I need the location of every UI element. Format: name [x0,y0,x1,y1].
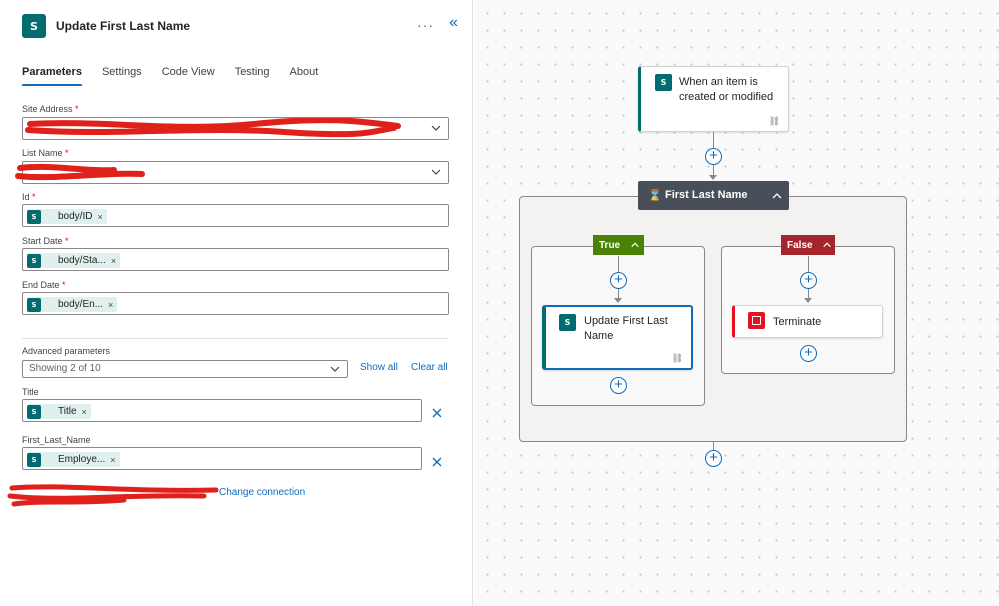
arrow-down-icon [804,298,812,303]
sharepoint-icon: S [655,74,672,91]
first-last-name-label: First_Last_Name [22,435,91,445]
id-field[interactable]: S body/ID × [22,204,449,227]
add-step-button[interactable]: + [705,148,722,165]
redaction-scribble [7,484,219,507]
dynamic-content-token[interactable]: S Title × [27,404,91,419]
sharepoint-icon: S [559,314,576,331]
trigger-card[interactable]: S When an item is created or modified ⛓ [638,66,789,132]
remove-token-icon[interactable]: × [82,407,87,417]
clear-all-link[interactable]: Clear all [411,362,448,373]
sharepoint-icon: S [27,253,41,268]
tab-about[interactable]: About [290,66,319,86]
condition-header[interactable]: ⌛ First Last Name [638,181,789,210]
advanced-parameters-dropdown[interactable]: Showing 2 of 10 [22,360,348,378]
remove-token-icon[interactable]: × [111,256,116,266]
ellipsis-icon[interactable]: ··· [417,17,434,33]
false-branch-label[interactable]: False [781,235,835,255]
remove-parameter-icon[interactable] [430,455,444,469]
start-date-field[interactable]: S body/Sta... × [22,248,449,271]
sharepoint-icon: S [27,209,41,224]
arrow-down-icon [614,298,622,303]
start-date-label: Start Date * [22,236,69,246]
remove-token-icon[interactable]: × [110,455,115,465]
list-name-label: List Name * [22,148,69,158]
add-step-button[interactable]: + [800,345,817,362]
sharepoint-icon: S [27,452,41,467]
site-address-label: Site Address * [22,104,79,114]
connector-line [808,256,809,272]
tab-testing[interactable]: Testing [235,66,270,86]
id-label: Id * [22,192,36,202]
dynamic-content-token[interactable]: S body/En... × [27,297,118,312]
sharepoint-icon: S [27,297,41,312]
panel-title: Update First Last Name [56,19,191,33]
dynamic-content-token[interactable]: S body/Sta... × [27,253,121,268]
action-title: Update First Last Name [584,315,668,342]
link-icon: ⛓ [671,353,683,363]
sharepoint-icon: S [22,14,46,38]
tab-parameters[interactable]: Parameters [22,66,82,86]
first-last-name-field[interactable]: S Employe... × [22,447,422,470]
panel-header: S Update First Last Name ··· « [22,14,462,40]
connector-line [713,132,714,148]
advanced-parameters-label: Advanced parameters [22,346,111,356]
show-all-link[interactable]: Show all [360,362,398,373]
terminate-card[interactable]: Terminate [732,305,883,338]
link-icon: ⛓ [768,116,780,126]
chevron-up-icon [822,242,831,248]
action-details-panel: S Update First Last Name ··· « Parameter… [0,0,473,606]
chevron-up-icon [631,242,639,248]
true-branch-label[interactable]: True [593,235,644,255]
sharepoint-icon: S [27,404,41,419]
tab-settings[interactable]: Settings [102,66,142,86]
site-address-dropdown[interactable] [22,117,449,140]
tab-code-view[interactable]: Code View [162,66,215,86]
title-field[interactable]: S Title × [22,399,422,422]
remove-parameter-icon[interactable] [430,406,444,420]
update-item-card[interactable]: S Update First Last Name ⛓ [542,305,693,370]
tab-bar: Parameters Settings Code View Testing Ab… [22,66,338,86]
list-name-dropdown[interactable] [22,161,449,184]
change-connection-link[interactable]: Change connection [219,487,305,498]
dynamic-content-token[interactable]: S Employe... × [27,452,120,467]
chevron-down-icon [431,125,441,131]
add-step-button[interactable]: + [610,377,627,394]
end-date-label: End Date * [22,280,66,290]
action-title: Terminate [773,316,822,328]
terminate-icon [748,312,765,329]
chevron-up-icon[interactable] [771,190,783,202]
chevron-down-icon [330,366,340,372]
arrow-down-icon [709,175,717,180]
dynamic-content-token[interactable]: S body/ID × [27,209,107,224]
trigger-title: When an item is created or modified [679,76,774,103]
chevron-down-icon [431,169,441,175]
add-step-button[interactable]: + [800,272,817,289]
double-chevron-left-icon[interactable]: « [449,14,458,32]
condition-icon: ⌛ [648,190,662,202]
remove-token-icon[interactable]: × [97,212,102,222]
add-step-button[interactable]: + [705,450,722,467]
condition-title: First Last Name [665,189,748,201]
add-step-button[interactable]: + [610,272,627,289]
divider [22,338,449,339]
end-date-field[interactable]: S body/En... × [22,292,449,315]
connector-line [618,256,619,272]
title-label: Title [22,387,39,397]
remove-token-icon[interactable]: × [108,300,113,310]
